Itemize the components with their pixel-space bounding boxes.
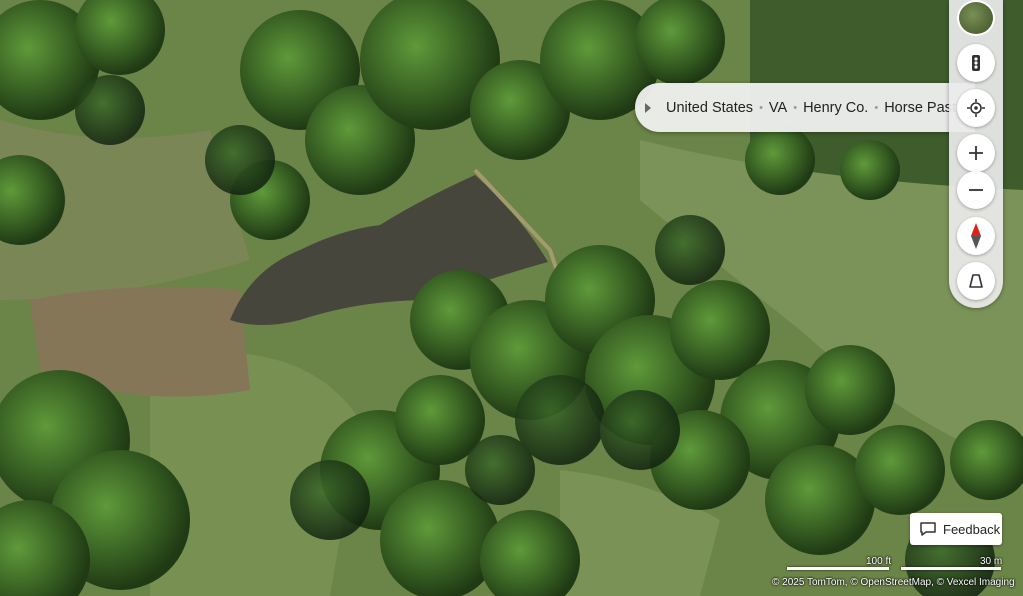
feedback-label: Feedback: [943, 521, 1001, 537]
chat-bubble-icon: [920, 522, 936, 536]
map-toolbar: [949, 0, 1003, 308]
plus-icon: [969, 146, 983, 160]
zoom-out-button[interactable]: [957, 171, 995, 209]
locate-icon: [967, 99, 985, 117]
map-attribution[interactable]: © 2025 TomTom, © OpenStreetMap, © Vexcel…: [772, 577, 1015, 588]
traffic-button[interactable]: [957, 44, 995, 82]
expand-caret-icon[interactable]: [645, 102, 651, 113]
breadcrumb-state[interactable]: VA: [769, 100, 787, 116]
breadcrumb-separator: •: [759, 101, 763, 114]
scale-metric-label: 30 m: [980, 556, 1003, 567]
scale-imperial-label: 100 ft: [866, 556, 892, 567]
minus-icon: [969, 189, 983, 191]
map-style-thumbnail[interactable]: [957, 0, 995, 36]
breadcrumb-country[interactable]: United States: [666, 100, 753, 116]
feedback-button[interactable]: Feedback: [910, 513, 1002, 545]
breadcrumb: United States • VA • Henry Co. • Horse P…: [635, 83, 975, 132]
breadcrumb-county[interactable]: Henry Co.: [803, 100, 868, 116]
tilt-button[interactable]: [957, 262, 995, 300]
scale-bar-metric: [901, 567, 1001, 570]
breadcrumb-separator: •: [793, 101, 798, 114]
3d-tilt-icon: [969, 274, 983, 288]
zoom-in-button[interactable]: [957, 134, 995, 172]
locate-me-button[interactable]: [957, 89, 995, 127]
breadcrumb-separator: •: [874, 101, 879, 114]
scale-bar-imperial: [787, 567, 889, 570]
traffic-light-icon: [972, 55, 980, 71]
compass-button[interactable]: [957, 217, 995, 255]
compass-icon: [971, 223, 981, 249]
